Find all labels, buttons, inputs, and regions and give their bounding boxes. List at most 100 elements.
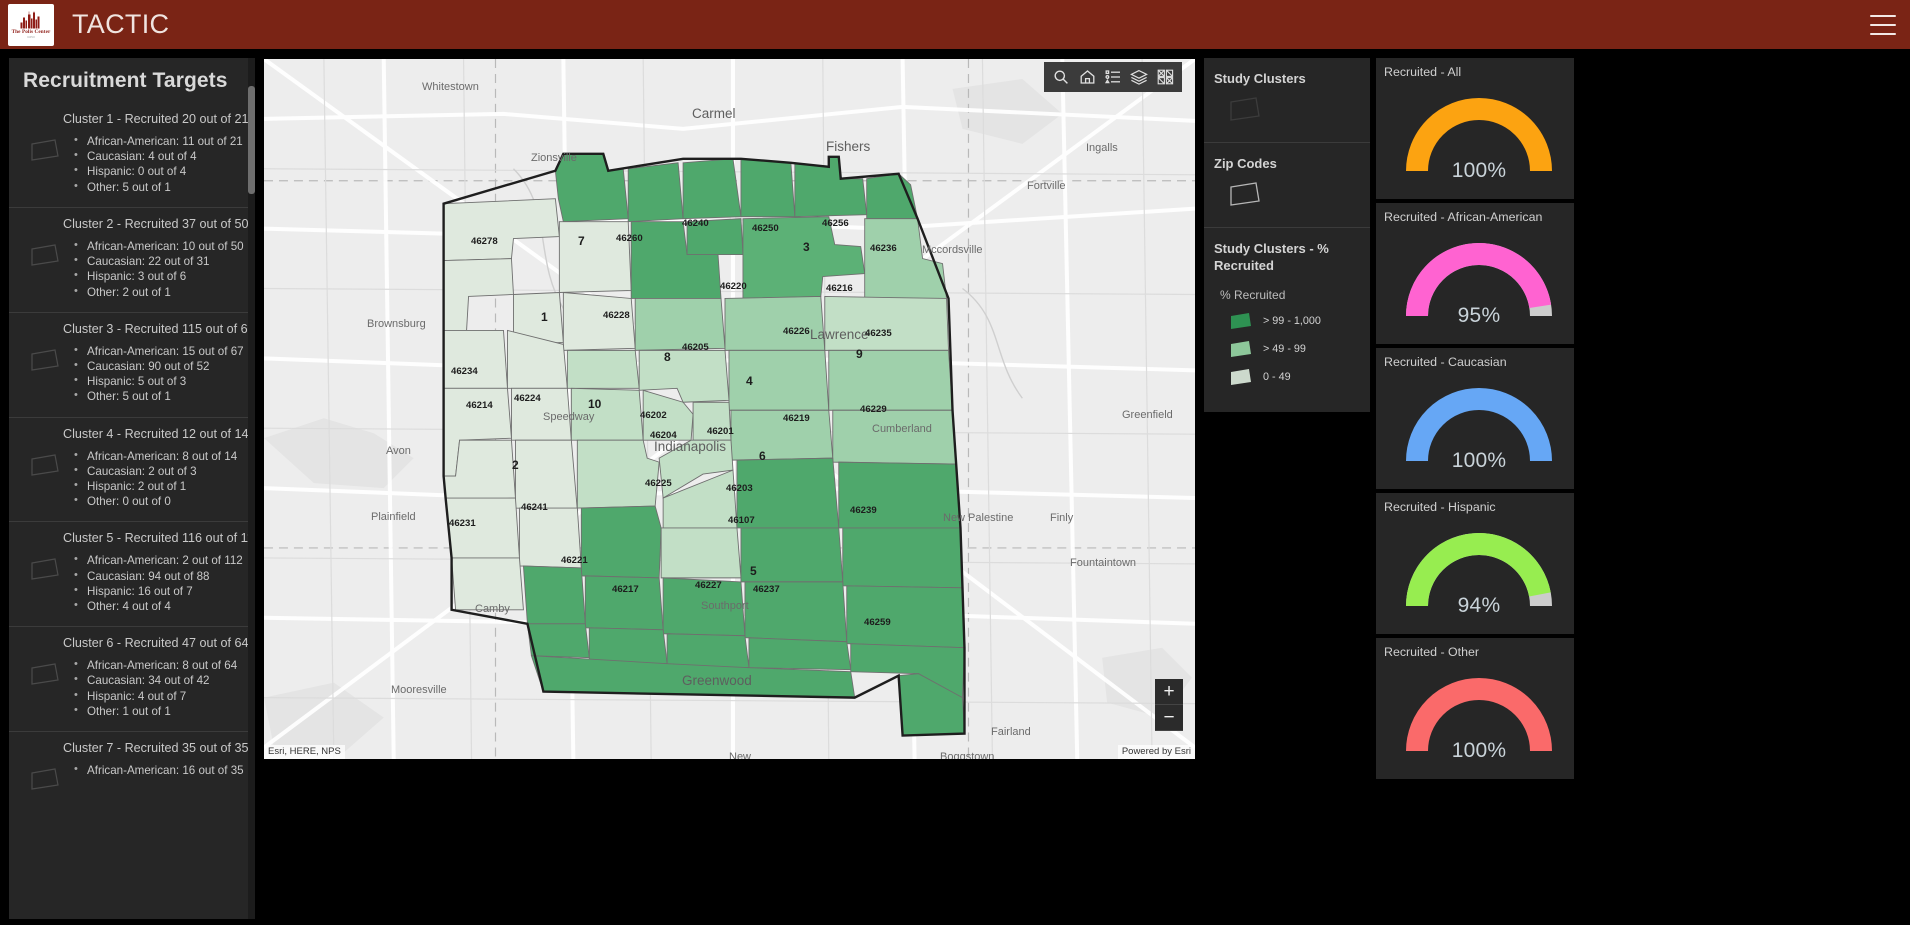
gauge-body: 100% (1384, 659, 1574, 769)
gauge-title: Recruited - Hispanic (1384, 500, 1496, 514)
cluster-breakdown-item: Caucasian: 90 out of 52 (74, 358, 251, 374)
cluster-heading: Cluster 5 - Recruited 116 out of 112 (63, 531, 255, 546)
legend-color-swatch (1231, 313, 1251, 329)
gauge-value: 100% (1451, 159, 1507, 182)
study-clusters-symbol-icon (1230, 97, 1260, 121)
cluster-symbol-icon (31, 453, 59, 476)
legend-section-title: Study Clusters (1214, 71, 1306, 86)
logo-skyline-icon (20, 11, 40, 29)
cluster-breakdown-item: Other: 5 out of 1 (74, 179, 251, 195)
gauge-panel: Recruited - All 100% Recruited - African-A… (1376, 58, 1574, 925)
cluster-breakdown-item: Other: 5 out of 1 (74, 388, 251, 404)
gauge-title: Recruited - Caucasian (1384, 355, 1507, 369)
sidebar-scrollbar-thumb[interactable] (248, 86, 255, 194)
hamburger-icon[interactable] (1870, 14, 1896, 35)
gauge-body: 100% (1384, 369, 1574, 479)
cluster-breakdown-item: African-American: 15 out of 67 (74, 343, 251, 359)
cluster-breakdown-item: Hispanic: 16 out of 7 (74, 583, 251, 599)
cluster-symbol-icon (31, 139, 59, 161)
legend-class-row: > 49 - 99 (1230, 340, 1360, 358)
cluster-symbol-icon (31, 663, 59, 685)
gauge-title: Recruited - African-American (1384, 210, 1543, 224)
legend-color-swatch (1231, 341, 1251, 357)
polis-center-logo: The Polis Center IUPUI (8, 3, 54, 46)
gauge-card: Recruited - African-American 95% (1376, 203, 1574, 344)
cluster-symbol-icon (31, 244, 59, 266)
legend-class-subtitle: % Recruited (1220, 288, 1286, 302)
left-panel: Recruitment Targets Cluster 1 - Recruite… (0, 49, 263, 925)
cluster-breakdown-item: Hispanic: 3 out of 6 (74, 268, 251, 284)
map-zoom-controls[interactable]: + − (1155, 679, 1183, 731)
gauge-title: Recruited - Other (1384, 645, 1480, 659)
legend-section-title: Zip Codes (1214, 156, 1277, 171)
app-title: TACTIC (72, 9, 170, 39)
cluster-breakdown-item: African-American: 16 out of 35 (74, 762, 251, 778)
cluster-breakdown-item: Caucasian: 2 out of 3 (74, 463, 251, 479)
legend-class-row: > 99 - 1,000 (1230, 312, 1360, 330)
cluster-breakdown-item: Other: 2 out of 1 (74, 284, 251, 300)
cluster-symbol-icon (31, 768, 59, 790)
legend-class-label: > 49 - 99 (1263, 343, 1306, 355)
cluster-breakdown-item: African-American: 2 out of 112 (74, 552, 251, 568)
legend-list-icon[interactable] (1100, 63, 1126, 91)
map-attribution-left: Esri, HERE, NPS (264, 745, 345, 759)
cluster-heading: Cluster 2 - Recruited 37 out of 50 (63, 217, 249, 231)
cluster-breakdown-item: Other: 0 out of 0 (74, 493, 251, 509)
basemap-grid-icon[interactable] (1152, 63, 1178, 91)
layers-icon[interactable] (1126, 63, 1152, 91)
legend-section-zip-codes: Zip Codes (1204, 143, 1370, 228)
gauge-value: 95% (1457, 304, 1501, 327)
map-canvas[interactable] (264, 59, 1195, 759)
cluster-breakdown-item: Caucasian: 34 out of 42 (74, 672, 251, 688)
recruitment-targets-card: Recruitment Targets Cluster 1 - Recruite… (9, 58, 255, 919)
panel-title: Recruitment Targets (23, 69, 228, 92)
home-icon[interactable] (1074, 63, 1100, 91)
cluster-symbol-icon (31, 349, 59, 371)
gauge-title: Recruited - All (1384, 65, 1462, 79)
cluster-item[interactable]: Cluster 7 - Recruited 35 out of 35 Africa… (9, 731, 255, 835)
cluster-item[interactable]: Cluster 3 - Recruited 115 out of 67 Afric… (9, 311, 255, 417)
cluster-breakdown-item: African-American: 8 out of 14 (74, 448, 251, 464)
logo-subtitle: IUPUI (27, 34, 35, 39)
zoom-out-button[interactable]: − (1155, 705, 1183, 731)
legend-class-label: > 99 - 1,000 (1263, 315, 1321, 327)
cluster-heading: Cluster 4 - Recruited 12 out of 14 (63, 426, 249, 441)
zoom-in-button[interactable]: + (1155, 679, 1183, 705)
gauge-card: Recruited - Caucasian 100% (1376, 348, 1574, 489)
cluster-list[interactable]: Cluster 1 - Recruited 20 out of 21 Africa… (9, 103, 255, 835)
legend-class-list: > 99 - 1,000 > 49 - 99 0 - 49 (1214, 312, 1360, 386)
cluster-item[interactable]: Cluster 1 - Recruited 20 out of 21 Africa… (9, 103, 255, 207)
cluster-breakdown-item: Other: 1 out of 1 (74, 703, 251, 719)
map-toolbar[interactable] (1044, 62, 1182, 92)
gauge-body: 100% (1384, 79, 1574, 189)
search-icon[interactable] (1048, 63, 1074, 91)
gauge-card: Recruited - Other 100% (1376, 638, 1574, 779)
legend-section-percent-recruited: Study Clusters - % Recruited % Recruited… (1204, 228, 1370, 412)
map-attribution-right: Powered by Esri (1117, 745, 1195, 759)
map-view[interactable]: Whitestown Carmel Fishers Zionsville Ingalls… (263, 58, 1196, 760)
cluster-breakdown-item: African-American: 10 out of 50 (74, 238, 251, 254)
zip-codes-symbol-icon (1230, 182, 1260, 206)
legend-card: Study Clusters Zip Codes Study Clusters … (1204, 58, 1370, 412)
sidebar-scrollbar[interactable] (248, 58, 255, 919)
cluster-item[interactable]: Cluster 4 - Recruited 12 out of 14 Africa… (9, 416, 255, 522)
cluster-breakdown-item: Other: 4 out of 4 (74, 598, 251, 614)
legend-panel: Study Clusters Zip Codes Study Clusters … (1204, 58, 1370, 925)
gauge-value: 94% (1457, 594, 1501, 617)
dashboard-body: Recruitment Targets Cluster 1 - Recruite… (0, 49, 1910, 925)
cluster-item[interactable]: Cluster 2 - Recruited 37 out of 50 Africa… (9, 207, 255, 312)
gauge-card: Recruited - All 100% (1376, 58, 1574, 199)
cluster-breakdown-item: Caucasian: 94 out of 88 (74, 568, 251, 584)
gauge-value: 100% (1451, 739, 1507, 762)
gauge-card: Recruited - Hispanic 94% (1376, 493, 1574, 634)
cluster-item[interactable]: Cluster 6 - Recruited 47 out of 64 Africa… (9, 626, 255, 731)
legend-class-title: Study Clusters - % Recruited (1214, 241, 1329, 273)
cluster-item[interactable]: Cluster 5 - Recruited 116 out of 112 Afri… (9, 521, 255, 626)
app-header: The Polis Center IUPUI TACTIC (0, 0, 1910, 49)
gauge-body: 94% (1384, 514, 1574, 624)
cluster-heading: Cluster 6 - Recruited 47 out of 64 (63, 636, 249, 651)
cluster-breakdown-item: Hispanic: 4 out of 7 (74, 688, 251, 704)
gauge-body: 95% (1384, 224, 1574, 334)
cluster-breakdown-item: Hispanic: 0 out of 4 (74, 163, 251, 179)
legend-color-swatch (1231, 369, 1251, 385)
